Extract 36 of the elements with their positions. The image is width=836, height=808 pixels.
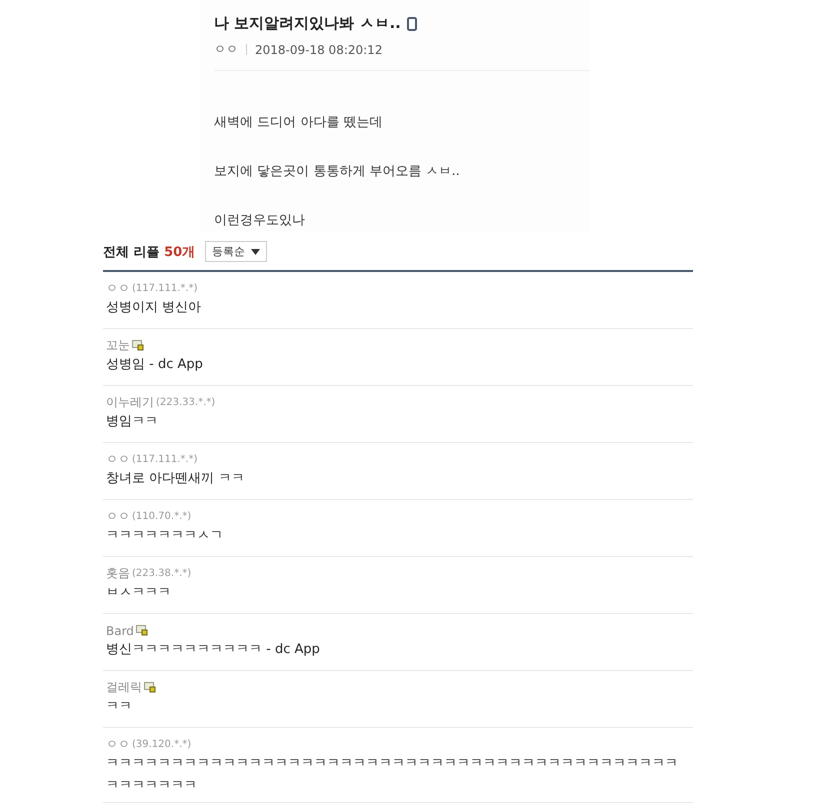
reply-ip: (117.111.*.*) xyxy=(132,283,198,294)
reply-author: 걸레릭 xyxy=(106,679,142,696)
reply-author: ㅇㅇ xyxy=(106,508,130,525)
reply-text: 창녀로 아다뗀새끼 ㅋㅋ xyxy=(106,470,246,488)
reply-text: 성병이지 병신아 xyxy=(106,299,202,317)
post-paragraph: 보지에 닿은곳이 통통하게 부어오름 ㅅㅂ.. xyxy=(214,164,461,180)
reply-author: ㅇㅇ xyxy=(106,280,130,297)
post-date: 2018-09-18 08:20:12 xyxy=(255,42,382,56)
reply-text: ㅂㅅㅋㅋㅋ xyxy=(106,584,172,602)
reply-text: 성병임 - dc App xyxy=(106,356,204,374)
post-paragraph: 새벽에 드디어 아다를 뗐는데 xyxy=(214,115,384,131)
post-title: 나 보지알려지있나봐 ㅅㅂ.. xyxy=(214,14,401,33)
reply-text: 병임ㅋㅋ xyxy=(106,413,159,431)
reply-text: ㅋㅋ xyxy=(106,698,133,716)
reply-text: ㅋㅋㅋㅋㅋㅋㅋㅋㅋㅋㅋㅋㅋㅋㅋㅋㅋㅋㅋㅋㅋㅋㅋㅋㅋㅋㅋㅋㅋㅋㅋㅋㅋㅋㅋㅋㅋㅋㅋㅋㅋㅋㅋㅋㅋㅋㅋㅋㅋㅋㅋ xyxy=(106,755,679,795)
reply-ip: (223.38.*.*) xyxy=(132,568,192,579)
reply-text: ㅋㅋㅋㅋㅋㅋㅋㅅㄱ xyxy=(106,527,224,545)
reply-author: 홋음 xyxy=(106,565,130,582)
reply-author: ㅇㅇ xyxy=(106,736,130,753)
post-paragraph: 이런경우도있나 xyxy=(214,213,306,229)
member-icon xyxy=(136,625,148,636)
reply-author: 꼬눈 xyxy=(106,337,130,354)
reply-ip: (117.111.*.*) xyxy=(132,454,198,465)
reply-ip: (223.33.*.*) xyxy=(156,397,216,408)
reply-author: Bard xyxy=(106,624,134,638)
reply-text: 병신ㅋㅋㅋㅋㅋㅋㅋㅋㅋㅋ - dc App xyxy=(106,641,321,659)
member-icon xyxy=(132,340,144,351)
reply-ip: (39.120.*.*) xyxy=(132,739,192,750)
reply-count: 전체 리플 50개 xyxy=(103,244,196,260)
caret-icon xyxy=(251,248,260,254)
sort-dropdown[interactable]: 등록순 xyxy=(205,241,268,262)
post-author: ㅇㅇ xyxy=(214,41,238,58)
reply-ip: (110.70.*.*) xyxy=(132,511,192,522)
reply-author: 이누레기 xyxy=(106,394,154,411)
member-icon xyxy=(144,682,156,693)
reply-author: ㅇㅇ xyxy=(106,451,130,468)
